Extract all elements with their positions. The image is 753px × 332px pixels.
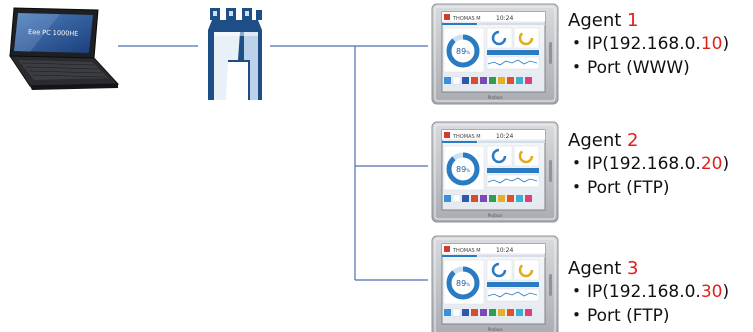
hmi-user-label: THOMAS M: [452, 16, 481, 22]
agent-1-info: Agent 1 ・ IP(192.168.0.10) ・ Port (WWW): [568, 10, 753, 80]
hmi-maker-label: Proface: [488, 95, 503, 100]
touch-panel-icon: THOMAS M 10:24 89% Proface: [432, 122, 558, 222]
agent-title: Agent 1: [568, 10, 639, 31]
hmi-time-label: 10:24: [496, 133, 513, 140]
hmi-maker-label: Proface: [488, 213, 503, 218]
agent-title: Agent 2: [568, 130, 639, 151]
agent-3-info: Agent 3 ・ IP(192.168.0.30) ・ Port (FTP): [568, 258, 753, 328]
castle-tower-icon: [208, 8, 262, 100]
touch-panel-icon: THOMAS M 10:24 89% Proface: [432, 4, 558, 104]
network-links: [118, 45, 428, 281]
laptop-icon: Eee PC 1000HE: [9, 7, 120, 90]
hmi-time-label: 10:24: [496, 247, 513, 254]
hmi-time-label: 10:24: [496, 15, 513, 22]
hmi-user-label: THOMAS M: [452, 248, 481, 254]
agent-ip: ・ IP(192.168.0.30): [568, 282, 730, 302]
hmi-user-label: THOMAS M: [452, 134, 481, 140]
agent-port: ・ Port (WWW): [568, 58, 690, 78]
agent-2-info: Agent 2 ・ IP(192.168.0.20) ・ Port (FTP): [568, 130, 753, 200]
agent-ip: ・ IP(192.168.0.20): [568, 154, 730, 174]
agent-ip: ・ IP(192.168.0.10): [568, 34, 730, 54]
touch-panel-icon: THOMAS M 10:24 89% Proface: [432, 236, 558, 332]
agent-port: ・ Port (FTP): [568, 178, 670, 198]
agent-port: ・ Port (FTP): [568, 306, 670, 326]
agent-title: Agent 3: [568, 258, 639, 279]
hmi-maker-label: Proface: [488, 327, 503, 332]
